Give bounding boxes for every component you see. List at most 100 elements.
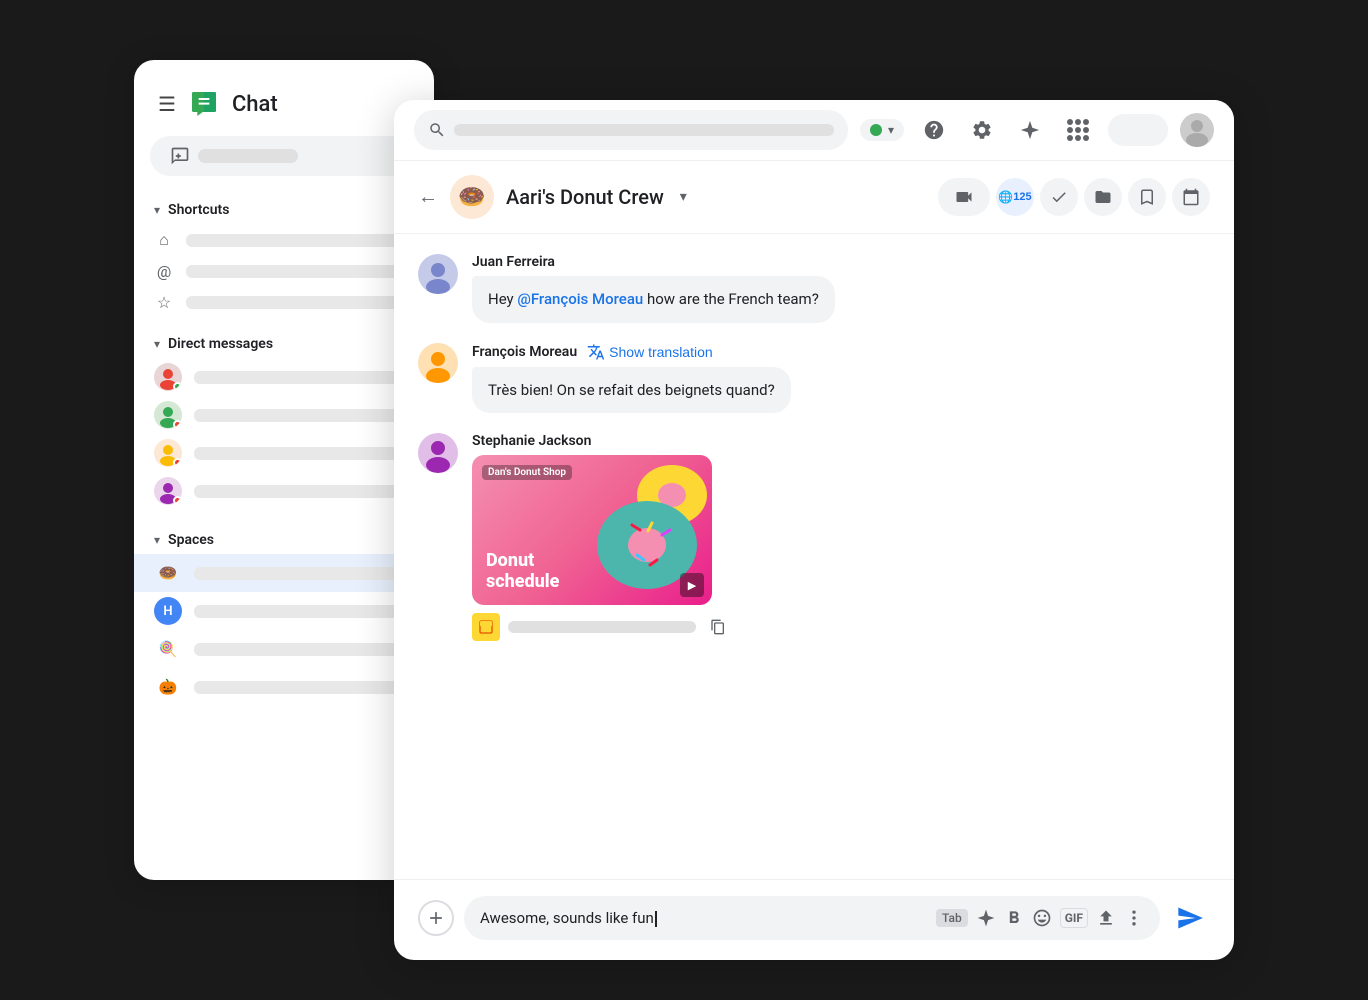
- sidebar-title: Chat: [232, 92, 278, 117]
- space-item-pumpkin[interactable]: 🎃: [134, 668, 434, 706]
- top-bar: ▾: [394, 100, 1234, 161]
- video-call-icon: [954, 187, 974, 207]
- star-icon: ☆: [154, 293, 174, 312]
- new-chat-placeholder: [198, 149, 298, 163]
- search-icon: [428, 121, 446, 139]
- settings-button[interactable]: [964, 112, 1000, 148]
- dm-item-1[interactable]: [134, 358, 434, 396]
- space-emoji-donut: 🍩: [154, 559, 182, 587]
- donut-shop-label: Dan's Donut Shop: [482, 465, 572, 480]
- calendar-button[interactable]: [1172, 178, 1210, 216]
- message-content-stephanie: Stephanie Jackson Dan's Donut Shop: [472, 433, 1210, 641]
- tasks-icon: [1050, 188, 1068, 206]
- sidebar-item-starred[interactable]: ☆: [134, 287, 434, 318]
- back-button[interactable]: ←: [418, 186, 438, 209]
- input-typed-text: Awesome, sounds like fun: [480, 909, 654, 927]
- apps-button[interactable]: [1060, 112, 1096, 148]
- send-icon: [1176, 904, 1204, 932]
- gemini-input-icon[interactable]: [976, 908, 996, 928]
- space-item-candy[interactable]: 🍭: [134, 630, 434, 668]
- card-footer-text: [508, 621, 696, 633]
- sidebar-item-mentions[interactable]: @: [134, 256, 434, 287]
- dm-item-2[interactable]: [134, 396, 434, 434]
- show-translation-button[interactable]: Show translation: [587, 343, 713, 361]
- mention-francois: @François Moreau: [517, 290, 643, 308]
- more-options-button[interactable]: [1124, 908, 1144, 928]
- search-bar[interactable]: [414, 110, 848, 150]
- status-button[interactable]: ▾: [860, 119, 904, 141]
- space-name-1: [194, 567, 402, 580]
- help-icon: [923, 119, 945, 141]
- starred-placeholder: [186, 296, 414, 309]
- bookmark-button[interactable]: [1128, 178, 1166, 216]
- space-item-donut-crew[interactable]: 🍩: [134, 554, 422, 592]
- account-placeholder: [1108, 114, 1168, 146]
- show-translation-label: Show translation: [609, 344, 713, 360]
- send-button[interactable]: [1170, 898, 1210, 938]
- donut-card-title: Donut schedule: [486, 550, 559, 593]
- user-avatar[interactable]: [1180, 113, 1214, 147]
- add-attachment-button[interactable]: [418, 900, 454, 936]
- donut-image: Dan's Donut Shop: [472, 455, 712, 605]
- sender-juan: Juan Ferreira: [472, 254, 555, 270]
- dm-name-4: [194, 485, 414, 498]
- spaces-label: Spaces: [168, 532, 214, 548]
- dm-item-4[interactable]: [134, 472, 434, 510]
- upload-button[interactable]: [1096, 908, 1116, 928]
- spaces-chevron-icon: ▾: [154, 533, 160, 547]
- avatar-francois: [418, 343, 458, 383]
- dm-item-3[interactable]: [134, 434, 434, 472]
- bookmark-icon: [1138, 188, 1156, 206]
- input-row: Awesome, sounds like fun Tab GIF: [418, 896, 1210, 940]
- translate-icon: 🌐: [998, 190, 1013, 204]
- card-footer-icon: [472, 613, 500, 641]
- space-name-4: [194, 681, 414, 694]
- google-chat-logo: [188, 88, 220, 120]
- new-chat-icon: [170, 146, 190, 166]
- messages-area: Juan Ferreira Hey @François Moreau how a…: [394, 234, 1234, 879]
- space-item-h[interactable]: H: [134, 592, 434, 630]
- format-bold-button[interactable]: [1004, 908, 1024, 928]
- folder-icon: [1094, 188, 1112, 206]
- emoji-button[interactable]: [1032, 908, 1052, 928]
- shortcuts-label: Shortcuts: [168, 202, 229, 218]
- space-emoji-candy: 🍭: [154, 635, 182, 663]
- dm-name-3: [194, 447, 414, 460]
- dm-status-4: [173, 496, 182, 505]
- message-input-box[interactable]: Awesome, sounds like fun Tab GIF: [464, 896, 1160, 940]
- sidebar-item-home[interactable]: ⌂: [134, 224, 434, 256]
- message-bubble-juan: Hey @François Moreau how are the French …: [472, 276, 835, 323]
- new-chat-button[interactable]: [150, 136, 418, 176]
- translate-button[interactable]: 🌐 125: [996, 178, 1034, 216]
- header-actions: 🌐 125: [938, 178, 1210, 216]
- space-avatar-large: 🍩: [450, 175, 494, 219]
- spaces-section-header[interactable]: ▾ Spaces: [134, 522, 434, 554]
- space-name-3: [194, 643, 414, 656]
- status-green-dot: [870, 124, 882, 136]
- dm-section-header[interactable]: ▾ Direct messages: [134, 326, 434, 358]
- dm-avatar-3: [154, 439, 182, 467]
- gif-button[interactable]: GIF: [1060, 908, 1088, 928]
- help-button[interactable]: [916, 112, 952, 148]
- image-pip-button[interactable]: ▶: [680, 573, 704, 597]
- chat-title-chevron-icon[interactable]: ▾: [680, 189, 687, 205]
- search-placeholder: [454, 124, 834, 136]
- tab-badge: Tab: [936, 909, 968, 927]
- shortcuts-chevron-icon: ▾: [154, 203, 160, 217]
- message-input-text: Awesome, sounds like fun: [480, 909, 928, 927]
- hamburger-icon[interactable]: ☰: [158, 92, 176, 116]
- shortcuts-section-header[interactable]: ▾ Shortcuts: [134, 192, 434, 224]
- home-placeholder: [186, 234, 414, 247]
- message-group-juan: Juan Ferreira Hey @François Moreau how a…: [418, 254, 1210, 323]
- dm-avatar-1: [154, 363, 182, 391]
- card-copy-button[interactable]: [704, 613, 732, 641]
- sender-francois: François Moreau: [472, 344, 577, 360]
- tasks-button[interactable]: [1040, 178, 1078, 216]
- card-footer: [472, 613, 732, 641]
- gemini-button[interactable]: [1012, 112, 1048, 148]
- video-call-button[interactable]: [938, 178, 990, 216]
- calendar-icon: [1182, 188, 1200, 206]
- folder-button[interactable]: [1084, 178, 1122, 216]
- dm-avatar-2: [154, 401, 182, 429]
- dm-name-2: [194, 409, 414, 422]
